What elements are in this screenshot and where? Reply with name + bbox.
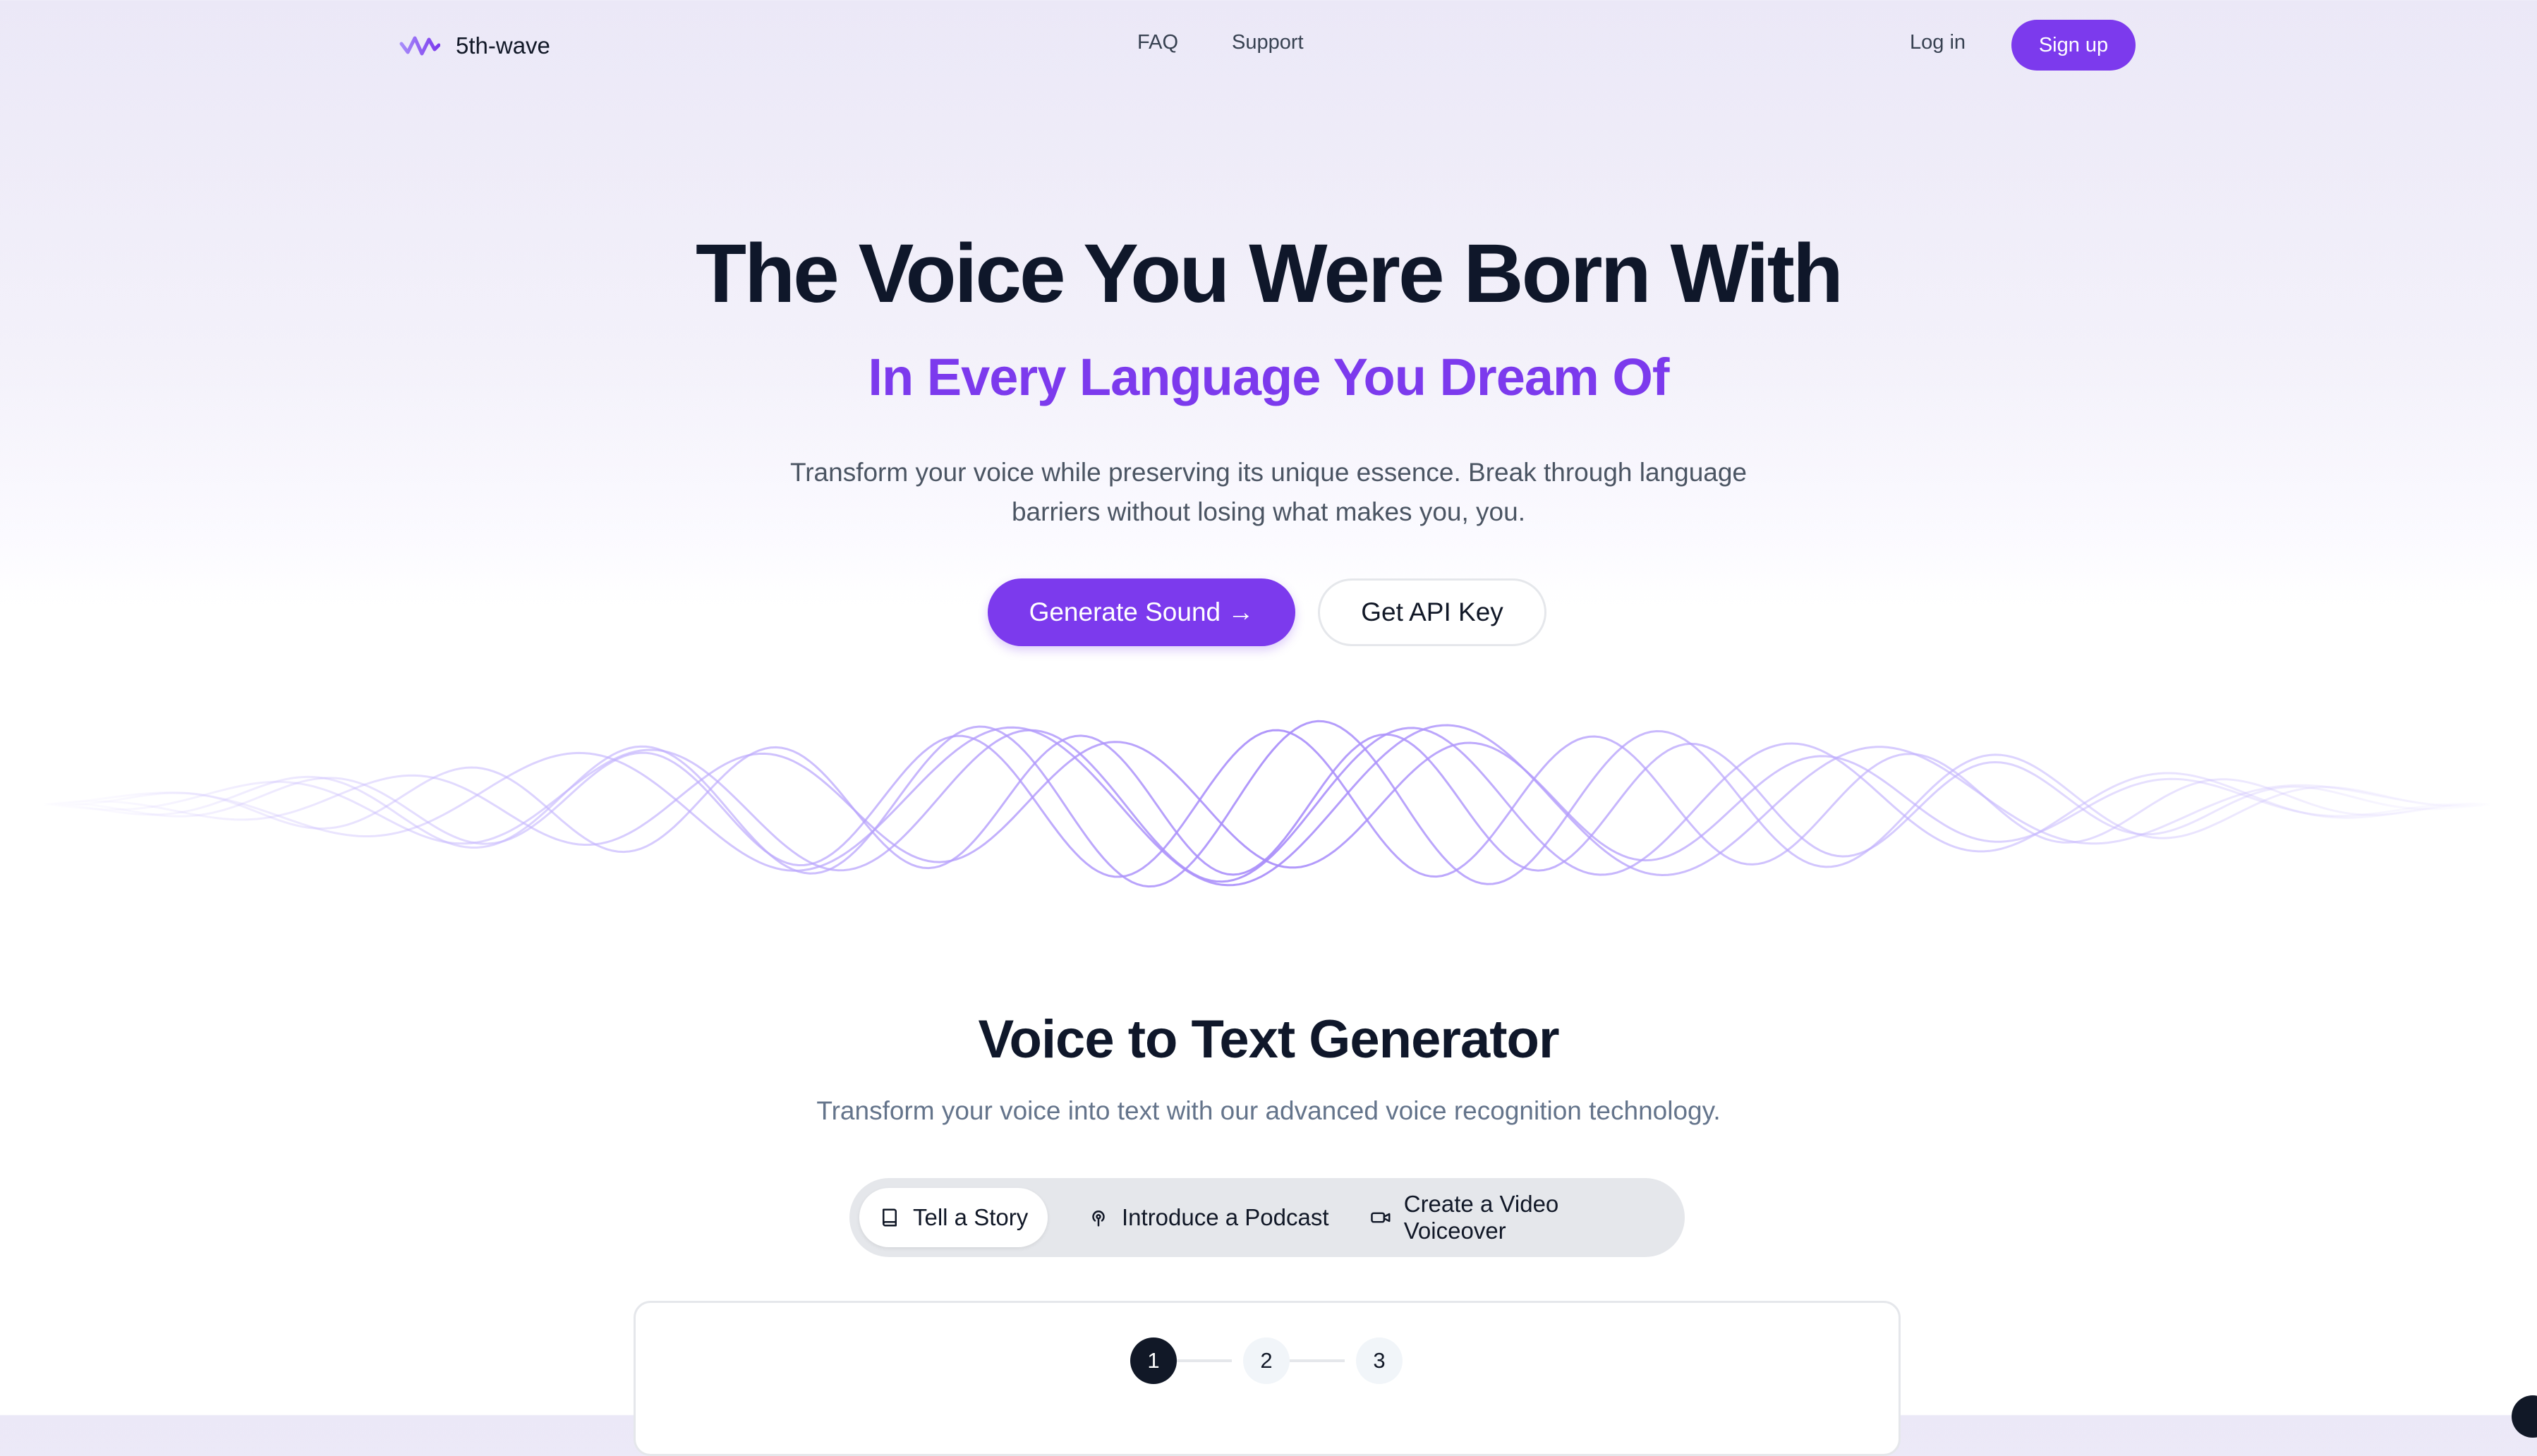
tab-tell-a-story[interactable]: Tell a Story: [859, 1188, 1048, 1247]
tab-label: Create a Video Voiceover: [1403, 1191, 1559, 1244]
hero-description-line-1: Transform your voice while preserving it…: [789, 458, 1748, 487]
step-connector: [1290, 1359, 1345, 1362]
tab-label: Tell a Story: [913, 1204, 1029, 1230]
signup-button[interactable]: Sign up: [2011, 20, 2136, 71]
brand-logo[interactable]: 5th-wave: [399, 28, 550, 63]
hero-subtitle: In Every Language You Dream Of: [868, 348, 1669, 406]
step-2[interactable]: 2: [1243, 1337, 1290, 1384]
brand-name: 5th-wave: [456, 32, 550, 59]
tab-create-a-video-voiceover[interactable]: Create a Video Voiceover: [1350, 1188, 1685, 1247]
book-icon: [883, 1208, 897, 1227]
hero-title: The Voice You Were Born With: [696, 227, 1843, 320]
get-api-key-button[interactable]: Get API Key: [1318, 578, 1546, 646]
sound-wave-decoration: [42, 720, 2493, 888]
generate-sound-button[interactable]: Generate Sound →: [988, 578, 1295, 646]
tab-label: Introduce a Podcast: [1122, 1204, 1329, 1230]
video-icon: [1371, 1212, 1391, 1223]
step-1[interactable]: 1: [1130, 1337, 1177, 1384]
chat-widget-button[interactable]: [2512, 1395, 2537, 1438]
hero-description-line-2: barriers without losing what makes you, …: [1011, 497, 1525, 526]
generator-tab-bar: Tell a Story Introduce a Podcast Create …: [849, 1178, 1685, 1257]
generator-title: Voice to Text Generator: [978, 1009, 1559, 1069]
nav-link-faq[interactable]: FAQ: [1137, 31, 1178, 54]
podcast-icon: [1092, 1211, 1105, 1227]
wave-logo-icon: [399, 36, 440, 56]
nav-link-support[interactable]: Support: [1232, 31, 1304, 54]
hero-description: Transform your voice while preserving it…: [775, 453, 1762, 532]
login-link[interactable]: Log in: [1910, 31, 1966, 54]
step-3[interactable]: 3: [1356, 1337, 1403, 1384]
wave-line: [42, 741, 2493, 869]
top-navbar: 5th-wave FAQ Support Log in Sign up: [0, 0, 2537, 90]
step-connector: [1177, 1359, 1232, 1362]
generator-description: Transform your voice into text with our …: [816, 1096, 1721, 1125]
tab-introduce-a-podcast[interactable]: Introduce a Podcast: [1068, 1188, 1349, 1247]
wave-line: [42, 729, 2493, 878]
